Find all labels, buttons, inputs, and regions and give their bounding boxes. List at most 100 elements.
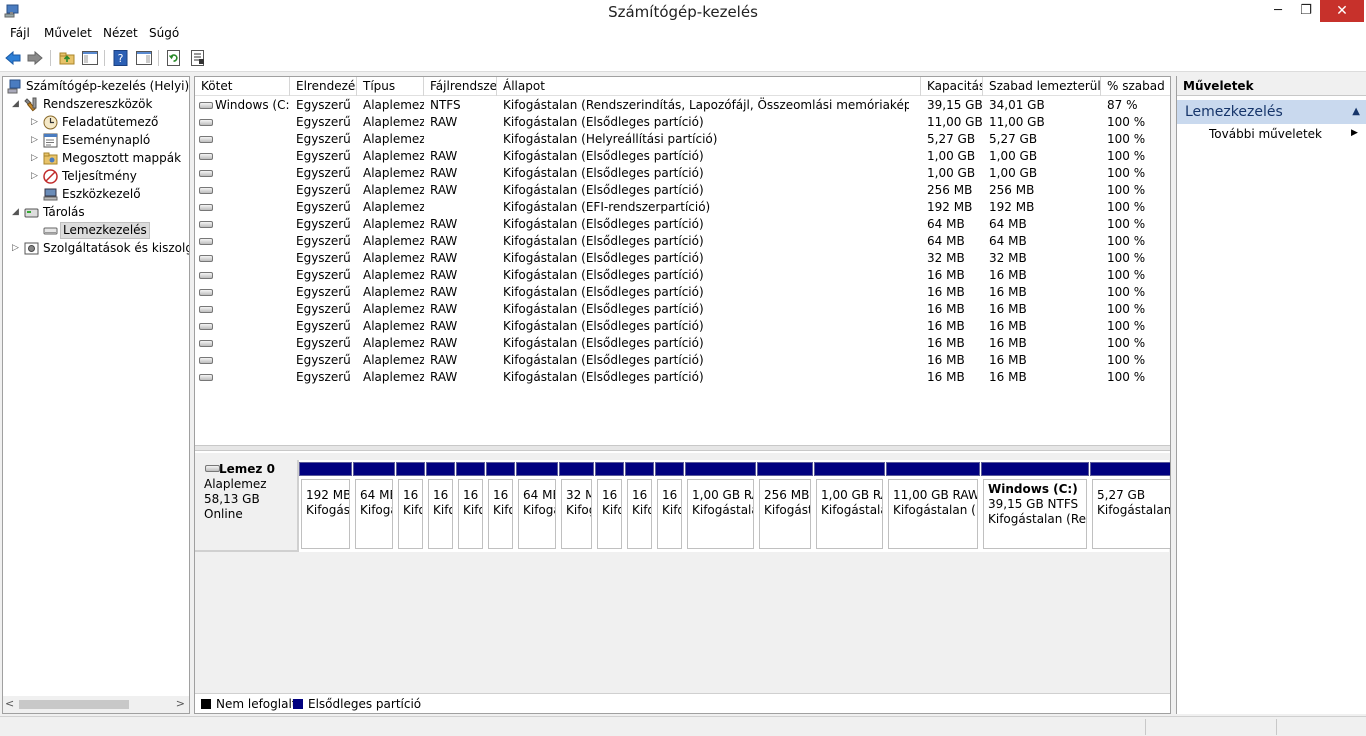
volume-free-space: 64 MB bbox=[989, 217, 1027, 231]
show-hide-tree-icon[interactable] bbox=[81, 49, 99, 67]
volume-free-space: 16 MB bbox=[989, 285, 1027, 299]
partition-block[interactable]: 16 MBKifogástalan bbox=[456, 462, 485, 550]
back-arrow-icon[interactable] bbox=[4, 49, 22, 67]
volume-percent-free: 100 % bbox=[1107, 115, 1146, 129]
volume-name bbox=[209, 301, 290, 318]
column-volume[interactable]: Kötet bbox=[195, 77, 290, 96]
partition-status: Kifogástalan (Elsődleges partíció) bbox=[893, 503, 977, 517]
volume-percent-free: 87 % bbox=[1107, 98, 1138, 112]
disk-drive-icon bbox=[205, 465, 220, 472]
volume-layout: Egyszerű bbox=[296, 149, 351, 163]
partition-block[interactable]: 11,00 GB RAWKifogástalan (Elsődleges par… bbox=[886, 462, 980, 550]
partition-status: Kifogástalan bbox=[821, 503, 882, 517]
help-icon[interactable]: ? bbox=[112, 49, 130, 67]
partition-color-bar bbox=[981, 462, 1089, 476]
maximize-button[interactable]: ❐ bbox=[1292, 0, 1320, 22]
more-actions-item[interactable]: További műveletek bbox=[1209, 127, 1322, 141]
disk-0-card[interactable]: Lemez 0 Alaplemez 58,13 GB Online bbox=[195, 460, 299, 552]
volume-name bbox=[209, 267, 290, 284]
partition-block[interactable]: 16 MBKifogástalan bbox=[625, 462, 654, 550]
partition-color-bar bbox=[486, 462, 515, 476]
volume-percent-free: 100 % bbox=[1107, 353, 1146, 367]
column-type[interactable]: Típus bbox=[357, 77, 424, 96]
partition-block[interactable]: 64 MBKifogástalan bbox=[353, 462, 395, 550]
partition-info-box: 16 MBKifogástalan bbox=[458, 479, 483, 549]
volume-layout: Egyszerű bbox=[296, 98, 351, 112]
partition-block[interactable]: 16 MBKifogástalan bbox=[655, 462, 684, 550]
partition-block[interactable]: 1,00 GB RAWKifogástalan bbox=[685, 462, 756, 550]
column-capacity[interactable]: Kapacitás bbox=[921, 77, 983, 96]
menu-file[interactable]: Fájl bbox=[10, 26, 30, 40]
partition-info-box: Windows (C:) 39,15 GB NTFS Kifogástalan (R… bbox=[983, 479, 1087, 549]
menu-action[interactable]: Művelet bbox=[44, 26, 92, 40]
table-row[interactable]: Egyszerű Alaplemez RAW Kifogástalan (Elsődl… bbox=[195, 318, 1170, 335]
table-row[interactable]: Windows (C:) Egyszerű Alaplemez NTFS Kifogás… bbox=[195, 97, 1170, 114]
table-row[interactable]: Egyszerű Alaplemez RAW Kifogástalan (Elsődl… bbox=[195, 182, 1170, 199]
menu-view[interactable]: Nézet bbox=[103, 26, 138, 40]
partition-block[interactable]: 64 MBKifogástalan bbox=[516, 462, 558, 550]
volume-type: Alaplemez bbox=[363, 149, 424, 163]
partition-block[interactable]: 16 MBKifogástalan bbox=[426, 462, 455, 550]
partition-block[interactable]: Windows (C:) 39,15 GB NTFS Kifogástalan (R… bbox=[981, 462, 1089, 550]
partition-status: Kifogástalan bbox=[523, 503, 555, 517]
table-row[interactable]: Egyszerű Alaplemez RAW Kifogástalan (Elsődl… bbox=[195, 165, 1170, 182]
column-free-space[interactable]: Szabad lemezterület bbox=[983, 77, 1101, 96]
partition-block[interactable]: 16 MBKifogástalan bbox=[396, 462, 425, 550]
table-row[interactable]: Egyszerű Alaplemez RAW Kifogástalan (Elsődl… bbox=[195, 369, 1170, 386]
volume-percent-free: 100 % bbox=[1107, 370, 1146, 384]
table-row[interactable]: Egyszerű Alaplemez RAW Kifogástalan (Elsődl… bbox=[195, 267, 1170, 284]
pane-splitter[interactable] bbox=[195, 445, 1170, 451]
table-row[interactable]: Egyszerű Alaplemez Kifogástalan (EFI-rends… bbox=[195, 199, 1170, 216]
column-filesystem[interactable]: Fájlrendszer bbox=[424, 77, 497, 96]
menu-help[interactable]: Súgó bbox=[149, 26, 179, 40]
table-row[interactable]: Egyszerű Alaplemez RAW Kifogástalan (Elsődl… bbox=[195, 335, 1170, 352]
scroll-right-icon[interactable]: > bbox=[176, 697, 185, 710]
table-row[interactable]: Egyszerű Alaplemez RAW Kifogástalan (Elsődl… bbox=[195, 250, 1170, 267]
column-layout[interactable]: Elrendezés bbox=[290, 77, 357, 96]
table-row[interactable]: Egyszerű Alaplemez RAW Kifogástalan (Elsődl… bbox=[195, 284, 1170, 301]
volume-capacity: 16 MB bbox=[927, 319, 965, 333]
partition-size: 1,00 GB RAW bbox=[821, 488, 882, 502]
refresh-icon[interactable] bbox=[165, 49, 183, 67]
volume-list-header: Kötet Elrendezés Típus Fájlrendszer Álla… bbox=[195, 77, 1170, 96]
partition-block[interactable]: 1,00 GB RAWKifogástalan bbox=[814, 462, 885, 550]
partition-block[interactable]: 16 MBKifogástalan bbox=[486, 462, 515, 550]
device-manager-icon bbox=[43, 188, 58, 201]
volume-filesystem: RAW bbox=[430, 285, 458, 299]
actions-section-disk-management[interactable]: Lemezkezelés ▲ bbox=[1177, 100, 1366, 124]
partition-block[interactable]: 16 MBKifogástalan bbox=[595, 462, 624, 550]
partition-status: Kifogástalan bbox=[632, 503, 651, 517]
partition-block[interactable]: 192 MBKifogástalan bbox=[299, 462, 352, 550]
table-row[interactable]: Egyszerű Alaplemez RAW Kifogástalan (Elsődl… bbox=[195, 148, 1170, 165]
scroll-left-icon[interactable]: < bbox=[5, 697, 14, 710]
column-status[interactable]: Állapot bbox=[497, 77, 921, 96]
scrollbar-thumb[interactable] bbox=[19, 700, 129, 709]
volume-layout: Egyszerű bbox=[296, 234, 351, 248]
column-percent-free[interactable]: % szabad bbox=[1101, 77, 1170, 96]
volume-filesystem: RAW bbox=[430, 353, 458, 367]
volume-status: Kifogástalan (EFI-rendszerpartíció) bbox=[503, 200, 711, 214]
table-row[interactable]: Egyszerű Alaplemez RAW Kifogástalan (Elsődl… bbox=[195, 114, 1170, 131]
table-row[interactable]: Egyszerű Alaplemez Kifogástalan (Helyreáll… bbox=[195, 131, 1170, 148]
volume-capacity: 64 MB bbox=[927, 217, 965, 231]
close-button[interactable]: ✕ bbox=[1320, 0, 1364, 22]
partition-block[interactable]: 256 MB RAWKifogástalan bbox=[757, 462, 813, 550]
forward-arrow-icon[interactable] bbox=[26, 49, 44, 67]
partition-color-bar bbox=[353, 462, 395, 476]
up-folder-icon[interactable] bbox=[58, 49, 76, 67]
tree-horizontal-scrollbar[interactable]: < > bbox=[3, 696, 189, 713]
volume-name bbox=[209, 284, 290, 301]
table-row[interactable]: Egyszerű Alaplemez RAW Kifogástalan (Elsődl… bbox=[195, 301, 1170, 318]
partition-status: Kifogástalan bbox=[403, 503, 422, 517]
storage-icon bbox=[24, 208, 39, 218]
properties-icon[interactable] bbox=[189, 49, 207, 67]
minimize-button[interactable]: ─ bbox=[1264, 0, 1292, 22]
show-hide-action-pane-icon[interactable] bbox=[135, 49, 153, 67]
collapse-up-icon[interactable]: ▲ bbox=[1352, 100, 1360, 124]
task-scheduler-icon bbox=[43, 115, 58, 130]
partition-block[interactable]: 5,27 GBKifogástalan (Helyreállítási part… bbox=[1090, 462, 1170, 550]
partition-block[interactable]: 32 MBKifogástalan bbox=[559, 462, 594, 550]
table-row[interactable]: Egyszerű Alaplemez RAW Kifogástalan (Elsődl… bbox=[195, 233, 1170, 250]
table-row[interactable]: Egyszerű Alaplemez RAW Kifogástalan (Elsődl… bbox=[195, 216, 1170, 233]
table-row[interactable]: Egyszerű Alaplemez RAW Kifogástalan (Elsődl… bbox=[195, 352, 1170, 369]
